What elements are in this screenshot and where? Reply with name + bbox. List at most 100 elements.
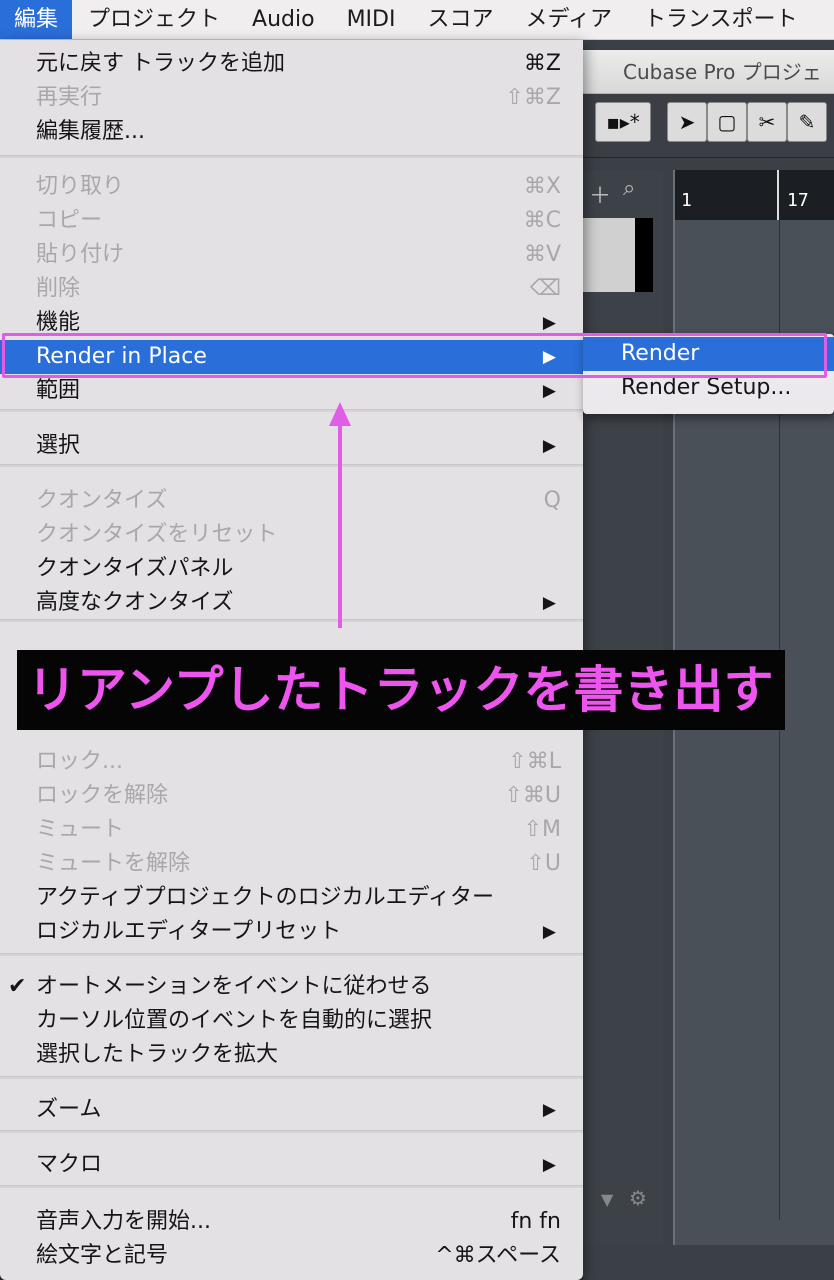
menu-item-label: コピー <box>36 208 103 233</box>
menu-item: ミュート ⇧M <box>0 813 583 847</box>
submenu-arrow-icon: ▶ <box>542 1155 556 1175</box>
menu-item-label: 選択したトラックを拡大 <box>36 1042 279 1067</box>
menu-item-label: 機能 <box>36 310 81 335</box>
menu-item-label: ロックを解除 <box>36 783 169 808</box>
menu-separator <box>0 1076 583 1079</box>
menu-item[interactable]: オートメーションをイベントに従わせる ✔ <box>0 970 583 1004</box>
menu-item-label: 貼り付け <box>36 242 125 267</box>
menu-item-shortcut: ⇧U <box>526 851 561 876</box>
submenu-arrow-icon: ▶ <box>542 436 556 456</box>
menu-item-shortcut: ⌘X <box>523 174 561 199</box>
menubar-item-score[interactable]: スコア <box>411 0 509 39</box>
menu-item: 削除 ⌫ <box>0 272 583 306</box>
object-select-tool-icon[interactable]: ➤ <box>667 102 707 142</box>
ruler-mark: 17 <box>787 190 809 211</box>
menu-item-label: 元に戻す トラックを追加 <box>36 51 285 76</box>
menu-item-shortcut: ⌫ <box>529 276 561 301</box>
submenu-arrow-icon: ▶ <box>542 381 556 401</box>
menu-item[interactable]: アクティブプロジェクトのロジカルエディター <box>0 881 583 915</box>
annotation-caption: リアンプしたトラックを書き出す <box>17 650 785 730</box>
menu-item: クオンタイズ Q <box>0 484 583 518</box>
menu-item-shortcut: ⌘C <box>523 208 561 233</box>
menu-item[interactable]: 高度なクオンタイズ ▶ <box>0 586 583 620</box>
menu-item: ロックを解除 ⇧⌘U <box>0 779 583 813</box>
menu-item: 貼り付け ⌘V <box>0 238 583 272</box>
split-tool-icon[interactable]: ✂ <box>747 102 787 142</box>
menu-item-label: カーソル位置のイベントを自動的に選択 <box>36 1008 433 1033</box>
menu-item: ミュートを解除 ⇧U <box>0 847 583 881</box>
menu-item-label: 音声入力を開始... <box>36 1209 211 1234</box>
track-thumbnail[interactable] <box>583 218 653 292</box>
toolbar: ▪▸* ➤ ▢ ✂ ✎ <box>583 94 834 158</box>
menu-separator <box>0 464 583 467</box>
menu-separator <box>0 409 583 412</box>
annotation-highlight-box <box>2 333 827 378</box>
menu-item[interactable]: 範囲 ▶ <box>0 374 583 408</box>
menubar-item-media[interactable]: メディア <box>509 0 627 39</box>
menu-item-label: 削除 <box>36 276 81 301</box>
menu-item-shortcut: ⇧⌘Z <box>505 85 561 110</box>
menu-item-shortcut: fn fn <box>510 1209 561 1234</box>
menu-item[interactable]: ズーム ▶ <box>0 1093 583 1127</box>
submenu-arrow-icon: ▶ <box>542 922 556 942</box>
menu-item: クオンタイズをリセット <box>0 518 583 552</box>
ruler[interactable]: 1 17 <box>675 170 834 220</box>
menu-item: 切り取り ⌘X <box>0 170 583 204</box>
menu-item-shortcut: ^⌘スペース <box>435 1243 561 1268</box>
menu-item-label: 再実行 <box>36 85 103 110</box>
constrain-delay-button[interactable]: ▪▸* <box>595 102 651 142</box>
menu-item-shortcut: ⇧⌘U <box>504 783 561 808</box>
menu-item-label: クオンタイズパネル <box>36 556 234 581</box>
menu-item[interactable]: カーソル位置のイベントを自動的に選択 <box>0 1004 583 1038</box>
annotation-arrow-icon <box>329 402 351 628</box>
menubar-item-midi[interactable]: MIDI <box>331 0 412 39</box>
window-title: Cubase Pro プロジェ <box>583 50 834 94</box>
menu-item-label: 絵文字と記号 <box>36 1243 169 1268</box>
menu-item[interactable]: 選択したトラックを拡大 <box>0 1038 583 1072</box>
menu-item-label: 高度なクオンタイズ <box>36 590 234 615</box>
chevron-down-icon[interactable]: ▼ <box>601 1190 613 1209</box>
menu-item[interactable]: 絵文字と記号 ^⌘スペース <box>0 1239 583 1273</box>
menu-item-label: 切り取り <box>36 174 125 199</box>
menu-item-label: ロジカルエディタープリセット <box>36 919 342 944</box>
submenu-arrow-icon: ▶ <box>542 593 556 613</box>
menubar-item-edit[interactable]: 編集 <box>0 0 73 39</box>
menu-separator <box>0 1185 583 1188</box>
menubar-item-transport[interactable]: トランスポート <box>628 0 814 39</box>
menu-item-label: ズーム <box>36 1097 102 1122</box>
menu-item-label: 範囲 <box>36 378 81 403</box>
menu-separator <box>0 155 583 158</box>
menu-item[interactable]: 音声入力を開始... fn fn <box>0 1205 583 1239</box>
gear-icon[interactable]: ⚙ <box>629 1186 647 1210</box>
menu-item-shortcut: ⌘V <box>523 242 561 267</box>
menu-item[interactable]: クオンタイズパネル <box>0 552 583 586</box>
menubar-item-audio[interactable]: Audio <box>236 0 331 39</box>
menu-item-shortcut: ⇧M <box>523 817 561 842</box>
menu-item-shortcut: Q <box>543 488 561 513</box>
menu-item[interactable]: 選択 ▶ <box>0 429 583 463</box>
menu-bar: 編集 プロジェクト Audio MIDI スコア メディア トランスポート <box>0 0 834 40</box>
menu-item: コピー ⌘C <box>0 204 583 238</box>
menu-item[interactable]: マクロ ▶ <box>0 1148 583 1182</box>
range-select-tool-icon[interactable]: ▢ <box>707 102 747 142</box>
menu-item-label: ロック... <box>36 749 123 774</box>
menu-item-shortcut: ⌘Z <box>523 51 561 76</box>
menu-item-label: ミュートを解除 <box>36 851 191 876</box>
menu-item[interactable]: 元に戻す トラックを追加 ⌘Z <box>0 47 583 81</box>
menu-item: ロック... ⇧⌘L <box>0 745 583 779</box>
menubar-item-project[interactable]: プロジェクト <box>72 0 236 39</box>
menu-item[interactable]: 編集履歴... <box>0 115 583 149</box>
menu-item-label: オートメーションをイベントに従わせる <box>36 974 432 999</box>
search-icon[interactable]: ⌕ <box>623 176 635 201</box>
draw-tool-icon[interactable]: ✎ <box>787 102 827 142</box>
menu-item-label: アクティブプロジェクトのロジカルエディター <box>36 885 495 910</box>
menu-item-label: 選択 <box>36 433 81 458</box>
menu-item-label: クオンタイズ <box>36 488 168 513</box>
menu-item-label: 編集履歴... <box>36 119 145 144</box>
add-track-icon[interactable]: ＋ <box>589 178 611 210</box>
menu-item-shortcut: ⇧⌘L <box>508 749 561 774</box>
checkmark-icon: ✔ <box>8 974 27 999</box>
submenu-arrow-icon: ▶ <box>542 1100 556 1120</box>
menu-item[interactable]: ロジカルエディタープリセット ▶ <box>0 915 583 949</box>
menu-item: 再実行 ⇧⌘Z <box>0 81 583 115</box>
